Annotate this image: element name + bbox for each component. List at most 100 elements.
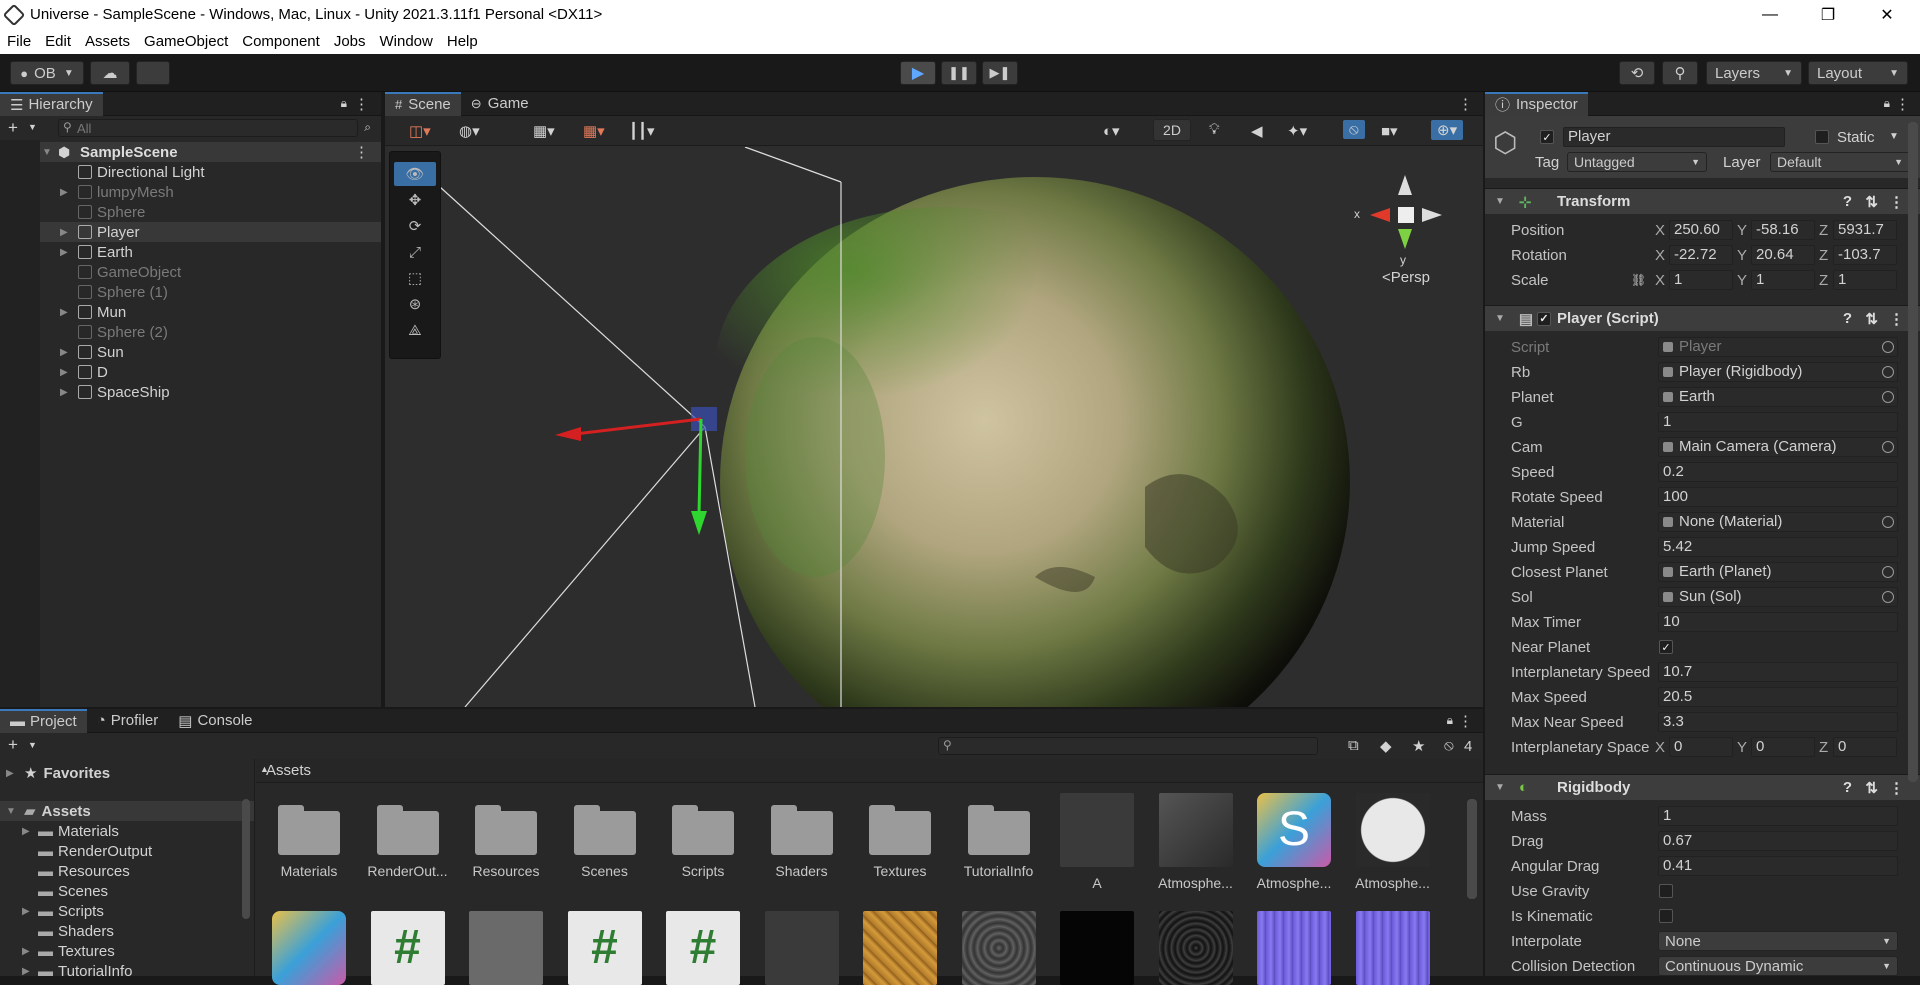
x-axis-label[interactable]: X — [1655, 739, 1665, 756]
use-gravity-checkbox[interactable] — [1659, 884, 1673, 898]
cloud-button[interactable]: ☁ — [90, 61, 130, 85]
speed-input[interactable]: 0.2 — [1658, 462, 1898, 482]
y-axis-label[interactable]: Y — [1737, 247, 1747, 264]
layer-dropdown[interactable]: Default ▼ — [1770, 152, 1910, 172]
lock-icon[interactable]: 🔒︎ — [1884, 96, 1890, 111]
tab-hierarchy[interactable]: ☰ Hierarchy — [0, 91, 103, 116]
tab-profiler[interactable]: ◔ Profiler — [87, 709, 169, 733]
scale-z-input[interactable]: 1 — [1833, 270, 1897, 290]
tab-project[interactable]: ▬ Project — [0, 708, 87, 733]
interplanetary-speed-input[interactable]: 10.7 — [1658, 662, 1898, 682]
help-icon[interactable]: ? — [1843, 193, 1852, 210]
folder-textures[interactable]: ▶ ▬ Textures — [0, 941, 254, 961]
kebab-menu-icon[interactable]: ⋮ — [354, 143, 369, 161]
rotate-speed-input[interactable]: 100 — [1658, 487, 1898, 507]
hierarchy-search-input[interactable]: ⚲ All — [58, 119, 358, 137]
2d-toggle-button[interactable]: 2D — [1153, 119, 1191, 141]
play-button[interactable]: ▶ — [900, 61, 936, 85]
project-search-input[interactable]: ⚲ — [938, 737, 1318, 755]
z-axis-label[interactable]: Z — [1819, 739, 1828, 756]
effects-icon[interactable]: ✦▾ — [1287, 122, 1307, 140]
lock-icon[interactable]: 🔒︎ — [341, 96, 347, 111]
account-dropdown[interactable]: ● OB ▼ — [10, 61, 84, 85]
near-planet-checkbox[interactable]: ✓ — [1659, 640, 1673, 654]
asset-item[interactable]: # — [365, 911, 451, 985]
object-picker-icon[interactable] — [1882, 566, 1894, 578]
collapsed-arrow-icon[interactable]: ▶ — [60, 307, 72, 318]
tree-scrollbar[interactable] — [242, 799, 250, 919]
space-y-input[interactable]: 0 — [1751, 737, 1815, 757]
kebab-menu-icon[interactable]: ⋮ — [354, 95, 369, 113]
scale-tool-button[interactable]: ⤢ — [394, 240, 436, 264]
scene-row[interactable]: ▼ ⬢ SampleScene ⋮ — [0, 142, 381, 162]
max-timer-input[interactable]: 10 — [1658, 612, 1898, 632]
asset-item[interactable] — [1054, 911, 1140, 985]
collapsed-arrow-icon[interactable]: ▶ — [22, 966, 34, 977]
kebab-menu-icon[interactable]: ⋮ — [1889, 779, 1904, 797]
kebab-menu-icon[interactable]: ⋮ — [1458, 712, 1473, 730]
position-x-input[interactable]: 250.60 — [1669, 220, 1733, 240]
script-object-field[interactable]: Player — [1658, 337, 1898, 357]
interpolate-dropdown[interactable]: None ▼ — [1658, 931, 1898, 951]
collapsed-arrow-icon[interactable]: ▶ — [60, 367, 72, 378]
asset-item[interactable] — [956, 911, 1042, 985]
chevron-down-icon[interactable]: ▼ — [28, 122, 37, 132]
kebab-menu-icon[interactable]: ⋮ — [1889, 310, 1904, 328]
asset-item[interactable] — [266, 911, 352, 985]
lock-icon[interactable]: 🔒︎ — [1447, 713, 1453, 728]
collab-button[interactable] — [136, 61, 170, 85]
shading-mode-icon[interactable]: ◐▾ — [1103, 122, 1120, 140]
expanded-arrow-icon[interactable]: ▼ — [42, 147, 54, 158]
help-icon[interactable]: ? — [1843, 310, 1852, 327]
object-name-input[interactable]: Player — [1563, 127, 1785, 147]
asset-item[interactable]: S Atmosphe... — [1251, 793, 1337, 891]
menu-window[interactable]: Window — [373, 33, 440, 50]
menu-gameobject[interactable]: GameObject — [137, 33, 235, 50]
collapsed-arrow-icon[interactable]: ▶ — [60, 247, 72, 258]
asset-item[interactable]: TutorialInfo — [956, 793, 1042, 879]
hidden-objects-icon[interactable]: ⦸ — [1343, 120, 1365, 139]
x-axis-handle[interactable] — [555, 427, 581, 441]
expanded-arrow-icon[interactable]: ▼ — [1495, 782, 1505, 793]
custom-tool-button[interactable]: ⟁ — [394, 318, 436, 342]
collapsed-arrow-icon[interactable]: ▶ — [60, 387, 72, 398]
tag-dropdown[interactable]: Untagged ▼ — [1567, 152, 1707, 172]
constrain-proportions-icon[interactable]: ⛓ — [1631, 273, 1646, 287]
collapsed-arrow-icon[interactable]: ▶ — [6, 768, 18, 779]
menu-jobs[interactable]: Jobs — [327, 33, 373, 50]
y-axis-handle[interactable] — [691, 511, 707, 535]
transform-tool-button[interactable]: ⊛ — [394, 292, 436, 316]
layout-dropdown[interactable]: Layout ▼ — [1808, 61, 1908, 85]
material-object-field[interactable]: None (Material) — [1658, 512, 1898, 532]
tab-console[interactable]: ▤ Console — [168, 709, 262, 733]
hierarchy-item-lumpymesh[interactable]: ▶ lumpyMesh — [0, 182, 381, 202]
rotation-y-input[interactable]: 20.64 — [1751, 245, 1815, 265]
is-kinematic-checkbox[interactable] — [1659, 909, 1673, 923]
script-enabled-checkbox[interactable]: ✓ — [1537, 311, 1551, 326]
search-button[interactable]: ⚲ — [1662, 61, 1698, 85]
label-icon[interactable]: ◆ — [1380, 737, 1392, 755]
collapsed-arrow-icon[interactable]: ▶ — [60, 187, 72, 198]
breadcrumb[interactable]: Assets — [266, 762, 311, 779]
orientation-gizmo[interactable]: x y <Persp — [1350, 167, 1460, 287]
collapsed-arrow-icon[interactable]: ▶ — [22, 946, 34, 957]
menu-assets[interactable]: Assets — [78, 33, 137, 50]
folder-materials[interactable]: ▶ ▬ Materials — [0, 821, 254, 841]
y-axis-label[interactable]: Y — [1737, 272, 1747, 289]
grid-snap-icon[interactable]: ▦▾ — [533, 122, 555, 140]
space-z-input[interactable]: 0 — [1833, 737, 1897, 757]
hierarchy-item-sun[interactable]: ▶ Sun — [0, 342, 381, 362]
angular-drag-input[interactable]: 0.41 — [1658, 856, 1898, 876]
object-picker-icon[interactable] — [1882, 391, 1894, 403]
folder-scenes[interactable]: ▬ Scenes — [0, 881, 254, 901]
rect-tool-button[interactable]: ⬚ — [394, 266, 436, 290]
player-script-header[interactable]: ▼ ▤ ✓ Player (Script) ? ⇅ ⋮ — [1485, 305, 1920, 331]
restore-button[interactable]: ❐ — [1799, 0, 1857, 29]
step-button[interactable]: ▶❚ — [982, 61, 1018, 85]
x-axis-label[interactable]: X — [1655, 222, 1665, 239]
kebab-menu-icon[interactable]: ⋮ — [1895, 95, 1910, 113]
hierarchy-item-sphere-2[interactable]: Sphere (2) — [0, 322, 381, 342]
audio-mute-icon[interactable]: ◀︎ — [1251, 122, 1263, 140]
rb-object-field[interactable]: Player (Rigidbody) — [1658, 362, 1898, 382]
hierarchy-item-gameobject[interactable]: GameObject — [0, 262, 381, 282]
